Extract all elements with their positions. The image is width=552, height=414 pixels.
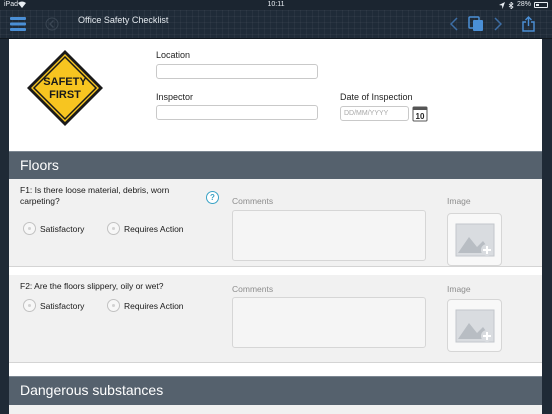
question-text: F2: Are the floors slippery, oily or wet… [20,281,164,291]
radio-label: Satisfactory [40,223,85,234]
checklist-form: SAFETY FIRST Location Inspector Date of … [9,39,542,414]
location-label: Location [156,50,191,60]
radio-button-icon [23,222,36,235]
image-label: Image [447,284,471,294]
chevron-right-icon[interactable] [491,14,505,34]
image-label: Image [447,196,471,206]
radio-satisfactory[interactable]: Satisfactory [23,299,84,312]
calendar-icon[interactable]: 10 [412,105,428,122]
logo-text-safety: SAFETY [43,76,87,88]
radio-requires-action[interactable]: Requires Action [107,299,184,312]
chevron-left-icon[interactable] [447,14,461,34]
inspector-label: Inspector [156,92,194,102]
radio-button-icon [23,299,36,312]
section-title: Dangerous substances [20,382,164,398]
date-label: Date of Inspection [340,92,413,102]
comments-field[interactable] [232,210,426,261]
comments-field[interactable] [232,297,426,348]
comments-label: Comments [232,284,274,294]
radio-satisfactory[interactable]: Satisfactory [23,222,84,235]
radio-label: Satisfactory [40,300,85,311]
location-arrow-icon [498,1,505,9]
safety-first-logo: SAFETY FIRST [24,47,106,129]
app-toolbar: Office Safety Checklist [0,10,552,39]
question-row-f2: F2: Are the floors slippery, oily or wet… [9,275,542,363]
question-row-f1: F1: Is there loose material, debris, wor… [9,179,542,267]
section-body [9,405,542,414]
radio-button-icon [107,222,120,235]
section-title: Floors [20,157,59,173]
pages-icon[interactable] [466,14,486,34]
image-placeholder-icon [455,309,494,342]
calendar-day: 10 [416,112,425,121]
location-input[interactable] [156,64,318,79]
logo-text-first: FIRST [49,89,81,101]
status-right: 28% [498,0,548,10]
image-placeholder-icon [455,223,494,256]
clock: 10:11 [267,1,285,8]
question-text: F1: Is there loose material, debris, wor… [20,185,170,206]
status-bar: iPad 10:11 28% [0,0,552,10]
back-arrow-icon[interactable] [43,14,61,34]
share-icon[interactable] [520,14,536,34]
radio-requires-action[interactable]: Requires Action [107,222,184,235]
radio-button-icon [107,299,120,312]
radio-label: Requires Action [124,223,184,234]
add-image-button[interactable] [447,213,502,266]
comments-label: Comments [232,196,274,206]
battery-percent: 28% [516,1,531,8]
section-header-dangerous-substances: Dangerous substances [9,376,542,405]
add-image-button[interactable] [447,299,502,352]
radio-label: Requires Action [124,300,184,311]
help-icon[interactable]: ? [206,191,219,204]
list-icon[interactable] [8,14,28,34]
section-header-floors: Floors [9,151,542,179]
bluetooth-icon [508,1,514,9]
inspector-input[interactable] [156,105,318,120]
date-input[interactable]: DD/MM/YYYY [340,106,409,121]
toolbar-title: Office Safety Checklist [78,15,169,25]
battery-icon [534,2,548,8]
